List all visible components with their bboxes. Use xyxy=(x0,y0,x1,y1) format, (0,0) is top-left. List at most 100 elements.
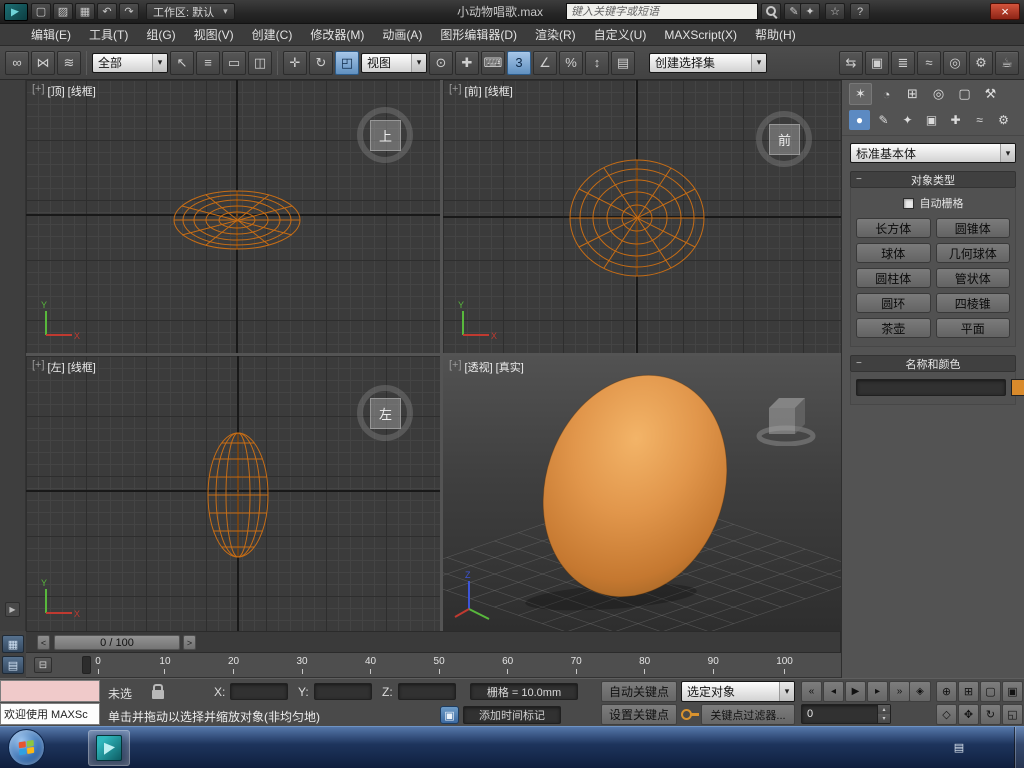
close-button[interactable]: × xyxy=(990,3,1020,20)
tab-motion[interactable]: ◎ xyxy=(927,83,950,105)
zoom-extents-all-button[interactable]: ▣ xyxy=(1002,681,1023,702)
menu-modifiers[interactable]: 修改器(M) xyxy=(301,23,373,46)
selection-lock-icon[interactable] xyxy=(152,684,164,699)
key-filters-button[interactable]: 关键点过滤器... xyxy=(701,704,795,725)
menu-graph-editors[interactable]: 图形编辑器(D) xyxy=(431,23,526,46)
view-cube-face[interactable]: 前 xyxy=(769,124,800,155)
view-cube[interactable]: 左 xyxy=(354,382,418,446)
go-to-start-button[interactable]: « xyxy=(801,681,822,702)
name-color-rollout-header[interactable]: − 名称和颜色 xyxy=(850,355,1016,372)
menu-group[interactable]: 组(G) xyxy=(137,23,184,46)
menu-customize[interactable]: 自定义(U) xyxy=(585,23,656,46)
current-frame-field[interactable]: 0 ▴ ▾ xyxy=(801,704,891,724)
tab-utilities[interactable]: ⚒ xyxy=(979,83,1002,105)
view-cube[interactable]: 上 xyxy=(354,104,418,168)
selection-filter-combo[interactable]: 全部 ▾ xyxy=(92,52,168,73)
current-frame-marker[interactable] xyxy=(82,656,91,674)
orbit-viewport-button[interactable]: ↻ xyxy=(980,704,1001,725)
viewport-front[interactable]: [+] [前] [线框] 前 Y X xyxy=(443,80,841,353)
torus-button[interactable]: 圆环 xyxy=(856,293,931,313)
select-by-name-button[interactable]: ≡ xyxy=(196,50,220,75)
maxscript-listener-line[interactable]: 欢迎使用 MAXSc xyxy=(0,703,100,725)
sphere-button[interactable]: 球体 xyxy=(856,243,931,263)
keyboard-override-button[interactable]: ⌨ xyxy=(481,50,505,75)
viewport-shading-button[interactable]: [线框] xyxy=(68,83,96,99)
spinner-snap-button[interactable]: ↕ xyxy=(585,50,609,75)
layout-flyout-button[interactable]: ▶ xyxy=(5,602,20,617)
previous-frame-arrow[interactable]: < xyxy=(37,635,50,650)
select-and-move-button[interactable]: ✛ xyxy=(283,50,307,75)
save-file-button[interactable]: ▦ xyxy=(75,3,95,20)
menu-edit[interactable]: 编辑(E) xyxy=(22,23,80,46)
viewport-name-button[interactable]: [前] xyxy=(465,83,482,99)
render-setup-button[interactable]: ⚙ xyxy=(969,50,993,75)
zoom-button[interactable]: ⊕ xyxy=(936,681,957,702)
key-mode-toggle-button[interactable]: ◈ xyxy=(909,681,931,702)
viewport-menu-button[interactable]: [+] xyxy=(449,83,462,99)
object-type-rollout-header[interactable]: − 对象类型 xyxy=(850,171,1016,188)
menu-create[interactable]: 创建(C) xyxy=(243,23,302,46)
percent-snap-button[interactable]: % xyxy=(559,50,583,75)
geosphere-button[interactable]: 几何球体 xyxy=(935,243,1010,263)
select-and-scale-button[interactable]: ◰ xyxy=(335,50,359,75)
set-key-button[interactable]: 设置关键点 xyxy=(601,704,677,725)
viewport-menu-button[interactable]: [+] xyxy=(32,359,45,375)
category-systems[interactable]: ⚙ xyxy=(993,110,1014,130)
select-object-button[interactable]: ↖ xyxy=(170,50,194,75)
object-name-field[interactable] xyxy=(856,379,1006,396)
z-coordinate-field[interactable] xyxy=(398,683,456,700)
category-shapes[interactable]: ✎ xyxy=(873,110,894,130)
edit-named-selections-button[interactable]: ▤ xyxy=(611,50,635,75)
next-frame-button[interactable]: ▸ xyxy=(867,681,888,702)
named-selection-set-combo[interactable]: 创建选择集 ▾ xyxy=(649,52,767,73)
category-cameras[interactable]: ▣ xyxy=(921,110,942,130)
teapot-button[interactable]: 茶壶 xyxy=(856,318,931,338)
zoom-extents-button[interactable]: ▢ xyxy=(980,681,1001,702)
open-file-button[interactable]: ▨ xyxy=(53,3,73,20)
viewport-shading-button[interactable]: [线框] xyxy=(68,359,96,375)
search-input[interactable] xyxy=(566,3,758,20)
pyramid-button[interactable]: 四棱锥 xyxy=(935,293,1010,313)
category-space-warps[interactable]: ≈ xyxy=(969,110,990,130)
tube-button[interactable]: 管状体 xyxy=(935,268,1010,288)
category-lights[interactable]: ✦ xyxy=(897,110,918,130)
category-geometry[interactable]: ● xyxy=(849,110,870,130)
autogrid-checkbox[interactable] xyxy=(902,197,914,209)
object-category-combo[interactable]: 标准基本体 ▾ xyxy=(850,143,1016,163)
category-helpers[interactable]: ✚ xyxy=(945,110,966,130)
rectangular-selection-button[interactable]: ▭ xyxy=(222,50,246,75)
viewport-name-button[interactable]: [透视] xyxy=(465,359,493,375)
menu-tools[interactable]: 工具(T) xyxy=(80,23,137,46)
spinner-up-icon[interactable]: ▴ xyxy=(878,705,890,714)
layer-manager-button[interactable]: ≣ xyxy=(891,50,915,75)
help-button[interactable]: ? xyxy=(850,3,870,20)
viewport-shading-button[interactable]: [真实] xyxy=(496,359,524,375)
cone-button[interactable]: 圆锥体 xyxy=(935,218,1010,238)
select-and-rotate-button[interactable]: ↻ xyxy=(309,50,333,75)
plane-button[interactable]: 平面 xyxy=(935,318,1010,338)
unlink-selection-button[interactable]: ⋈ xyxy=(31,50,55,75)
menu-rendering[interactable]: 渲染(R) xyxy=(526,23,585,46)
viewport-top[interactable]: [+] [顶] [线框] 上 Y X xyxy=(26,80,440,353)
view-cube-face[interactable]: 上 xyxy=(370,120,401,151)
angle-snap-button[interactable]: ∠ xyxy=(533,50,557,75)
tab-hierarchy[interactable]: ⊞ xyxy=(901,83,924,105)
search-button[interactable] xyxy=(761,3,781,20)
track-bar[interactable]: ⊟ 0 10 20 30 40 50 60 70 80 90 100 xyxy=(26,653,841,678)
play-animation-button[interactable]: ▶ xyxy=(845,681,866,702)
workspace-selector[interactable]: 工作区: 默认 ▾ xyxy=(146,3,235,20)
tab-create[interactable]: ✶ xyxy=(849,83,872,105)
menu-maxscript[interactable]: MAXScript(X) xyxy=(655,25,746,45)
menu-help[interactable]: 帮助(H) xyxy=(746,23,805,46)
viewport-name-button[interactable]: [顶] xyxy=(48,83,65,99)
show-desktop-button[interactable] xyxy=(1014,727,1024,768)
previous-frame-button[interactable]: ◂ xyxy=(823,681,844,702)
add-time-tag-field[interactable]: 添加时间标记 xyxy=(463,706,561,724)
reference-coordinate-combo[interactable]: 视图 ▾ xyxy=(361,52,427,73)
favorites-button[interactable]: ☆ xyxy=(825,3,845,20)
viewport-left[interactable]: [+] [左] [线框] 左 Y X xyxy=(26,356,440,631)
snap-toggle-button[interactable]: 3 xyxy=(507,50,531,75)
auto-key-button[interactable]: 自动关键点 xyxy=(601,681,677,702)
viewport-shading-button[interactable]: [线框] xyxy=(485,83,513,99)
viewport-menu-button[interactable]: [+] xyxy=(449,359,462,375)
